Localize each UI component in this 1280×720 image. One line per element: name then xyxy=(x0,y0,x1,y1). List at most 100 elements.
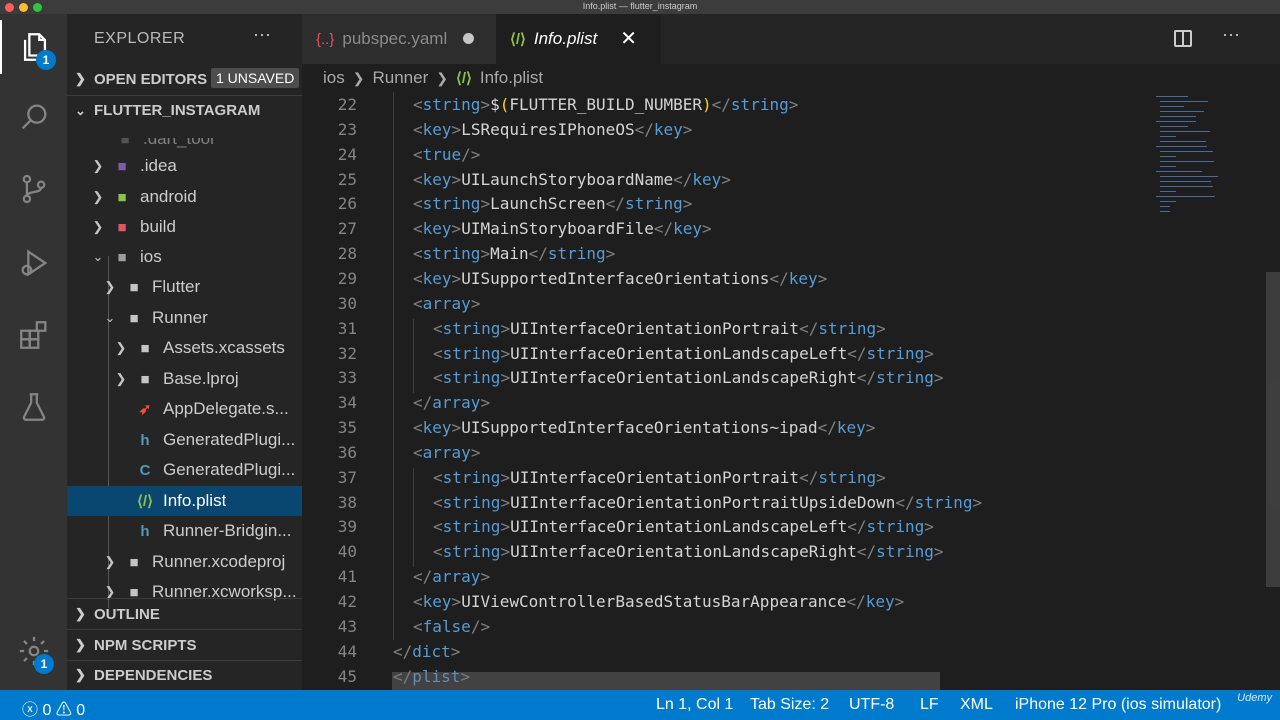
tree-item-appdelegate[interactable]: ➶ AppDelegate.s... xyxy=(67,394,302,424)
horizontal-scrollbar[interactable] xyxy=(392,672,940,690)
code-line[interactable]: 37 <string>UIInterfaceOrientationPortrait… xyxy=(302,468,1152,493)
minimap-line xyxy=(1160,111,1204,112)
code-line[interactable]: 23 <key>LSRequiresIPhoneOS</key> xyxy=(302,120,1152,145)
indent-guide xyxy=(413,467,414,568)
encoding[interactable]: UTF-8 xyxy=(849,696,894,714)
tree-item-runner[interactable]: ⌄ ■ Runner xyxy=(67,303,302,333)
tab-size[interactable]: Tab Size: 2 xyxy=(750,696,829,714)
code-line[interactable]: 38 <string>UIInterfaceOrientationPortrait… xyxy=(302,493,1152,518)
minimap-line xyxy=(1156,196,1216,197)
tree-item-assets[interactable]: ❯ ■ Assets.xcassets xyxy=(67,333,302,363)
code-line[interactable]: 28 <string>Main</string> xyxy=(302,244,1152,269)
tree-item-base-lproj[interactable]: ❯ ■ Base.lproj xyxy=(67,364,302,394)
code-line[interactable]: 40 <string>UIInterfaceOrientationLandscap… xyxy=(302,542,1152,567)
split-editor-icon[interactable] xyxy=(1174,30,1192,47)
code-line[interactable]: 24 <true/> xyxy=(302,145,1152,170)
more-actions-icon[interactable]: ··· xyxy=(253,24,271,45)
tag-bracket: </ xyxy=(413,393,433,413)
code-line[interactable]: 27 <key>UIMainStoryboardFile</key> xyxy=(302,219,1152,244)
minimap[interactable] xyxy=(1148,92,1280,690)
explorer-activity[interactable]: 1 xyxy=(0,20,67,74)
extensions-activity[interactable] xyxy=(0,308,67,362)
code-line[interactable]: 22 <string>$(FLUTTER_BUILD_NUMBER)</strin… xyxy=(302,95,1152,120)
code-line[interactable]: 35 <key>UISupportedInterfaceOrientations~… xyxy=(302,418,1152,443)
npm-scripts-section[interactable]: ❯ NPM SCRIPTS xyxy=(67,630,302,660)
project-section[interactable]: ⌄ FLUTTER_INSTAGRAM xyxy=(67,95,302,125)
code-line[interactable]: 32 <string>UIInterfaceOrientationLandscap… xyxy=(302,344,1152,369)
minimap-slider[interactable] xyxy=(1266,272,1280,587)
tree-item-generated-h[interactable]: h GeneratedPlugi... xyxy=(67,425,302,455)
tag-bracket: </ xyxy=(895,492,915,512)
code-line[interactable]: 42 <key>UIViewControllerBasedStatusBarApp… xyxy=(302,592,1152,617)
tag-bracket: > xyxy=(480,194,491,214)
unsaved-dot-icon[interactable] xyxy=(463,33,474,44)
device-selector[interactable]: iPhone 12 Pro (ios simulator) xyxy=(1015,696,1221,714)
tree-item-ios[interactable]: ⌄ ■ ios xyxy=(67,242,302,272)
tag-name: array xyxy=(422,293,471,313)
dependencies-section[interactable]: ❯ DEPENDENCIES xyxy=(67,660,302,690)
more-actions-icon[interactable]: ··· xyxy=(1222,24,1240,45)
outline-section[interactable]: ❯ OUTLINE xyxy=(67,599,302,629)
settings-activity[interactable]: 1 xyxy=(0,624,67,678)
code-line[interactable]: 39 <string>UIInterfaceOrientationLandscap… xyxy=(302,517,1152,542)
code-line[interactable]: 26 <string>LaunchScreen</string> xyxy=(302,194,1152,219)
text-token: ( xyxy=(499,95,510,114)
tag-bracket: < xyxy=(433,343,443,363)
tree-item-idea[interactable]: ❯ ■ .idea xyxy=(67,151,302,181)
plist-icon: ⟨/⟩ xyxy=(510,31,526,48)
chevron-right-icon: ❯ xyxy=(436,69,448,86)
tag-bracket: > xyxy=(450,641,461,661)
tree-item-bridging-header[interactable]: h Runner-Bridgin... xyxy=(67,516,302,546)
search-activity[interactable] xyxy=(0,90,67,144)
tag-bracket: < xyxy=(413,418,423,438)
tag-bracket: </ xyxy=(769,268,789,288)
tag-bracket: > xyxy=(500,318,511,338)
tree-item-flutter[interactable]: ❯ ■ Flutter xyxy=(67,272,302,302)
code-line[interactable]: 43 <false/> xyxy=(302,617,1152,642)
breadcrumb-runner[interactable]: Runner xyxy=(372,68,428,88)
explorer-header: EXPLORER ··· xyxy=(67,14,302,64)
tree-item-generated-m[interactable]: C GeneratedPlugi... xyxy=(67,455,302,485)
breadcrumb-ios[interactable]: ios xyxy=(323,68,345,88)
code-editor[interactable]: 22 <string>$(FLUTTER_BUILD_NUMBER)</strin… xyxy=(302,92,1152,690)
minimap-line xyxy=(1160,186,1213,187)
close-icon[interactable]: ✕ xyxy=(620,26,637,51)
line-number: 28 xyxy=(337,244,357,264)
tag-name: key xyxy=(653,119,683,139)
open-editors-section[interactable]: ❯ OPEN EDITORS 1 UNSAVED xyxy=(67,64,302,94)
tag-bracket: > xyxy=(924,517,934,537)
line-ending[interactable]: LF xyxy=(920,696,939,714)
code-line[interactable]: 34 </array> xyxy=(302,393,1152,418)
line-number: 34 xyxy=(337,393,357,413)
code-line[interactable]: 31 <string>UIInterfaceOrientationPortrait… xyxy=(302,319,1152,344)
language-mode[interactable]: XML xyxy=(960,696,993,714)
tab-bar: {..} pubspec.yaml ⟨/⟩ Info.plist ✕ ··· xyxy=(302,14,1280,64)
tag-name: string xyxy=(818,318,877,338)
tree-item-android[interactable]: ❯ ■ android xyxy=(67,182,302,212)
problems-indicator[interactable]: ⓧ 0 ⚠ 0 xyxy=(22,696,85,720)
tab-pubspec-yaml[interactable]: {..} pubspec.yaml xyxy=(302,14,496,64)
text-token: LSRequiresIPhoneOS xyxy=(461,119,635,139)
code-line[interactable]: 33 <string>UIInterfaceOrientationLandscap… xyxy=(302,368,1152,393)
tab-info-plist[interactable]: ⟨/⟩ Info.plist ✕ xyxy=(496,14,661,64)
tag-name: string xyxy=(422,194,481,214)
file-tree: ■ .dart_tool ❯ ■ .idea ❯ ■ android ❯ ■ b… xyxy=(67,138,302,608)
plist-icon: ⟨/⟩ xyxy=(137,493,153,510)
testing-activity[interactable] xyxy=(0,380,67,434)
tree-item-build[interactable]: ❯ ■ build xyxy=(67,212,302,242)
code-line[interactable]: 41 </array> xyxy=(302,567,1152,592)
cursor-position[interactable]: Ln 1, Col 1 xyxy=(656,696,733,714)
code-line[interactable]: 29 <key>UISupportedInterfaceOrientations<… xyxy=(302,269,1152,294)
run-debug-activity[interactable] xyxy=(0,236,67,290)
minimap-line xyxy=(1156,171,1203,172)
tag-bracket: > xyxy=(817,268,828,288)
code-line[interactable]: 25 <key>UILaunchStoryboardName</key> xyxy=(302,170,1152,195)
breadcrumb-info-plist[interactable]: Info.plist xyxy=(480,68,543,88)
source-control-activity[interactable] xyxy=(0,162,67,216)
code-line[interactable]: 44 </dict> xyxy=(302,642,1152,667)
tree-item-info-plist[interactable]: ⟨/⟩ Info.plist xyxy=(67,486,302,516)
code-line[interactable]: 30 <array> xyxy=(302,294,1152,319)
text-token: $ xyxy=(490,95,500,114)
code-line[interactable]: 36 <array> xyxy=(302,443,1152,468)
tree-item-xcodeproj[interactable]: ❯ ■ Runner.xcodeproj xyxy=(67,547,302,577)
